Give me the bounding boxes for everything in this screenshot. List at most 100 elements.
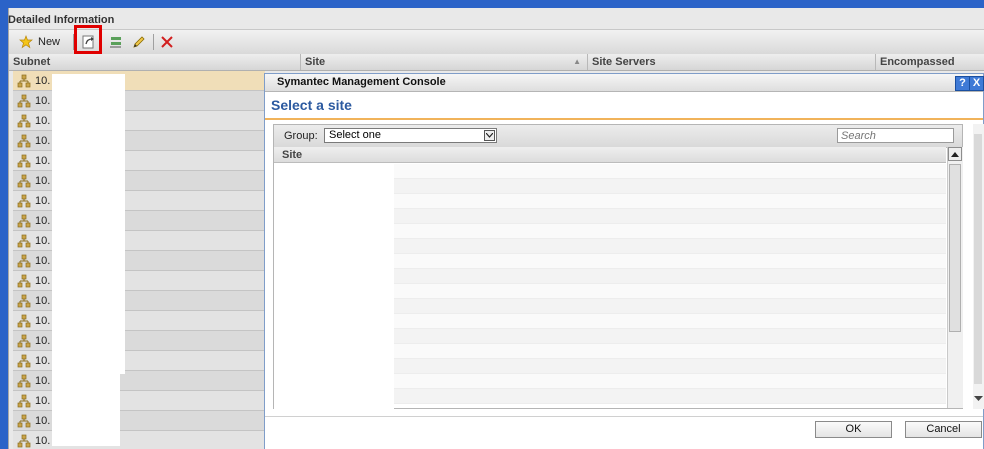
subnet-value: 10. bbox=[35, 114, 51, 127]
subnet-icon bbox=[13, 74, 35, 88]
table-row[interactable]: 10. bbox=[13, 331, 265, 351]
subnet-icon bbox=[13, 114, 35, 128]
subnet-value: 10. bbox=[35, 314, 51, 327]
subnet-icon bbox=[13, 414, 35, 428]
subnet-icon bbox=[13, 314, 35, 328]
transfer-icon bbox=[110, 37, 121, 48]
table-row[interactable]: 10. bbox=[13, 351, 265, 371]
toolbar-separator bbox=[153, 34, 154, 50]
redaction-block bbox=[52, 74, 120, 446]
subnet-icon bbox=[13, 94, 35, 108]
subnet-icon bbox=[13, 154, 35, 168]
dialog-scroll-thumb[interactable] bbox=[974, 134, 982, 384]
subnet-icon bbox=[13, 354, 35, 368]
subnet-icon bbox=[13, 174, 35, 188]
subnet-icon bbox=[13, 234, 35, 248]
subnet-icon bbox=[13, 394, 35, 408]
table-row[interactable]: 10. bbox=[13, 431, 265, 449]
subnet-value: 10. bbox=[35, 354, 51, 367]
subnet-value: 10. bbox=[35, 274, 51, 287]
column-header-site-list[interactable]: Site bbox=[274, 147, 946, 163]
grid-header: Subnet Site ▲ Site Servers Encompassed bbox=[9, 54, 984, 71]
subnet-icon bbox=[13, 334, 35, 348]
column-header-encompassed[interactable]: Encompassed bbox=[876, 54, 984, 70]
subnet-value: 10. bbox=[35, 334, 51, 347]
help-icon[interactable]: ? bbox=[955, 76, 970, 91]
edit-button[interactable] bbox=[131, 33, 147, 51]
table-row[interactable]: 10. bbox=[13, 311, 265, 331]
subnet-value: 10. bbox=[35, 174, 51, 187]
scroll-down-icon[interactable] bbox=[974, 396, 983, 402]
subnet-value: 10. bbox=[35, 154, 51, 167]
dialog-heading: Select a site bbox=[271, 97, 352, 113]
table-row[interactable]: 10. bbox=[13, 91, 265, 111]
subnet-value: 10. bbox=[35, 94, 51, 107]
chevron-down-icon[interactable] bbox=[484, 130, 495, 141]
redaction-block bbox=[274, 164, 394, 410]
subnet-value: 10. bbox=[35, 74, 51, 87]
subnet-value: 10. bbox=[35, 394, 51, 407]
pencil-icon bbox=[133, 36, 145, 48]
table-row[interactable]: 10. bbox=[13, 251, 265, 271]
delete-button[interactable] bbox=[160, 33, 174, 51]
dialog-footer: OK Cancel bbox=[265, 416, 983, 449]
subnet-value: 10. bbox=[35, 234, 51, 247]
site-list-scrollbar[interactable] bbox=[947, 147, 963, 408]
cancel-button[interactable]: Cancel bbox=[905, 421, 982, 438]
subnet-list: 10. 10. 10. 10. 10. 10. 10. 10. 10. 10. 10. 10. 10. 1… bbox=[13, 71, 265, 449]
heading-divider bbox=[265, 118, 983, 120]
move-button[interactable] bbox=[108, 33, 124, 51]
table-row[interactable]: 10. bbox=[13, 71, 265, 91]
redaction-block bbox=[120, 74, 125, 374]
search-input[interactable] bbox=[837, 128, 954, 143]
subnet-icon bbox=[13, 294, 35, 308]
subnet-value: 10. bbox=[35, 294, 51, 307]
toolbar: New bbox=[9, 29, 984, 55]
table-row[interactable]: 10. bbox=[13, 111, 265, 131]
subnet-value: 10. bbox=[35, 194, 51, 207]
group-select[interactable]: Select one bbox=[324, 128, 497, 143]
column-header-site-label: Site bbox=[305, 56, 326, 68]
table-row[interactable]: 10. bbox=[13, 211, 265, 231]
scroll-thumb[interactable] bbox=[949, 164, 961, 332]
sort-asc-icon: ▲ bbox=[573, 57, 581, 66]
column-header-subnet[interactable]: Subnet bbox=[9, 54, 301, 70]
filter-bar: Group: Select one bbox=[274, 125, 962, 148]
scroll-up-icon[interactable] bbox=[948, 147, 962, 161]
subnet-icon bbox=[13, 434, 35, 448]
subnet-icon bbox=[13, 274, 35, 288]
group-label: Group: bbox=[284, 130, 318, 142]
subnet-value: 10. bbox=[35, 374, 51, 387]
subnet-icon bbox=[13, 194, 35, 208]
column-header-site[interactable]: Site ▲ bbox=[301, 54, 588, 70]
select-site-dialog: Symantec Management Console ? X Select a… bbox=[264, 73, 984, 449]
subnet-value: 10. bbox=[35, 134, 51, 147]
close-icon[interactable]: X bbox=[969, 76, 984, 91]
subnet-icon bbox=[13, 214, 35, 228]
table-row[interactable]: 10. bbox=[13, 131, 265, 151]
delete-x-icon bbox=[161, 36, 173, 48]
dialog-title: Symantec Management Console bbox=[277, 76, 446, 88]
table-row[interactable]: 10. bbox=[13, 391, 265, 411]
panel-title: Detailed Information bbox=[8, 14, 115, 26]
highlight-annotation bbox=[74, 25, 102, 54]
subnet-value: 10. bbox=[35, 214, 51, 227]
subnet-icon bbox=[13, 254, 35, 268]
subnet-icon bbox=[13, 134, 35, 148]
subnet-value: 10. bbox=[35, 434, 51, 447]
table-row[interactable]: 10. bbox=[13, 291, 265, 311]
table-row[interactable]: 10. bbox=[13, 411, 265, 431]
table-row[interactable]: 10. bbox=[13, 271, 265, 291]
table-row[interactable]: 10. bbox=[13, 231, 265, 251]
column-header-site-servers[interactable]: Site Servers bbox=[588, 54, 876, 70]
ok-button[interactable]: OK bbox=[815, 421, 892, 438]
subnet-icon bbox=[13, 374, 35, 388]
subnet-value: 10. bbox=[35, 414, 51, 427]
new-button[interactable]: New bbox=[19, 33, 60, 51]
dialog-titlebar: Symantec Management Console ? X bbox=[265, 74, 984, 92]
table-row[interactable]: 10. bbox=[13, 371, 265, 391]
table-row[interactable]: 10. bbox=[13, 171, 265, 191]
dialog-scrollbar[interactable] bbox=[973, 124, 984, 409]
table-row[interactable]: 10. bbox=[13, 151, 265, 171]
table-row[interactable]: 10. bbox=[13, 191, 265, 211]
